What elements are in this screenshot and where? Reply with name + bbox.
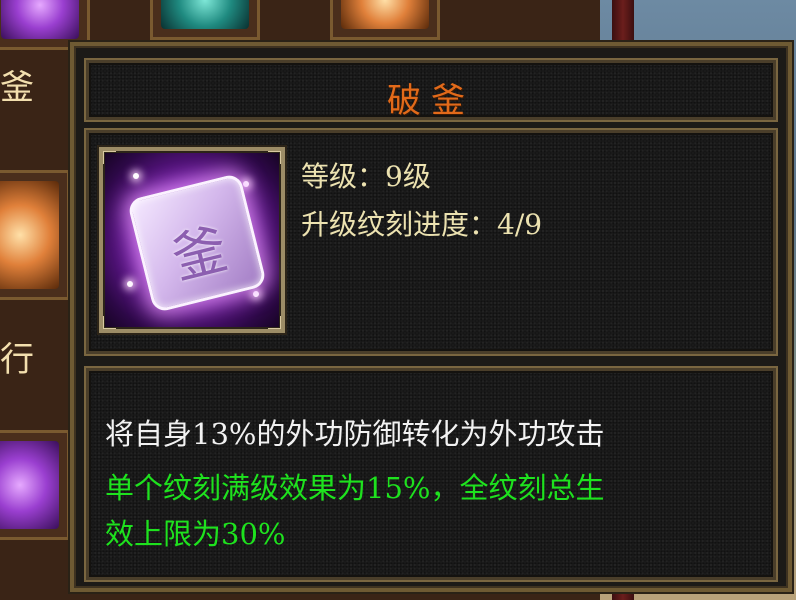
- rune-tooltip: 破釜 釜 等级：9级 升级纹刻进度：4/9 将自身13%的外功防御转化为外功攻击…: [70, 42, 792, 592]
- rune-description-panel: 将自身13%的外功防御转化为外功攻击 单个纹刻满级效果为15%，全纹刻总生 效上…: [86, 368, 776, 580]
- rune-gem-icon: [1, 0, 79, 39]
- sparkle-icon: [127, 281, 133, 287]
- frame-corner: [268, 316, 281, 329]
- sparkle-icon: [253, 291, 259, 297]
- rune-slot-label: 釜: [0, 68, 34, 108]
- rune-level: 等级：9级: [301, 160, 431, 193]
- rune-info-panel: 釜 等级：9级 升级纹刻进度：4/9: [86, 130, 776, 354]
- effect-description: 将自身13%的外功防御转化为外功攻击: [105, 417, 605, 451]
- rune-slot[interactable]: [330, 0, 440, 40]
- engrave-progress: 升级纹刻进度：4/9: [301, 208, 543, 241]
- max-effect-note: 单个纹刻满级效果为15%，全纹刻总生: [105, 471, 605, 505]
- sparkle-icon: [133, 173, 139, 179]
- rune-fu-icon: 釜: [126, 172, 268, 314]
- rune-gem-icon: [0, 181, 59, 289]
- rune-gem-icon: [0, 441, 59, 529]
- max-effect-note-cont: 效上限为30%: [105, 517, 286, 551]
- rune-title: 破釜: [387, 81, 475, 121]
- frame-corner: [103, 316, 116, 329]
- frame-corner: [268, 151, 281, 164]
- rune-glyph: 釜: [165, 217, 234, 292]
- rune-slot-label: 行: [0, 340, 34, 380]
- sparkle-icon: [243, 181, 249, 187]
- rune-icon-frame: 釜: [99, 147, 285, 333]
- rune-slot[interactable]: [150, 0, 260, 40]
- rune-slot[interactable]: [0, 170, 70, 300]
- rune-gem-icon: [161, 0, 249, 29]
- rune-slot[interactable]: [0, 430, 70, 540]
- tooltip-title-bar: 破釜: [86, 60, 776, 121]
- rune-gem-icon: [341, 0, 429, 29]
- frame-corner: [103, 151, 116, 164]
